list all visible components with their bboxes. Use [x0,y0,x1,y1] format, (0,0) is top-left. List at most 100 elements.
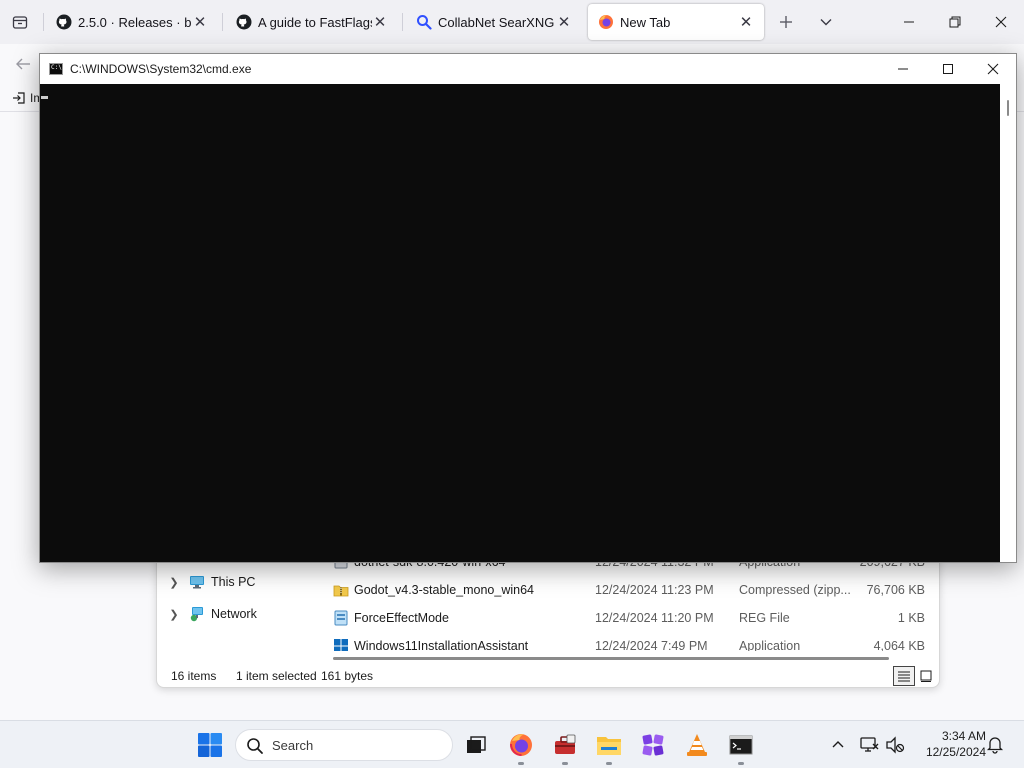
cmd-window-title: C:\WINDOWS\System32\cmd.exe [70,62,252,76]
file-name: Windows11InstallationAssistant [354,639,529,651]
cmd-console-output[interactable] [40,84,1000,562]
cmd-close-button[interactable] [970,54,1016,84]
close-tab-icon[interactable]: ✕ [192,13,208,31]
status-bar: 16 items 1 item selected 161 bytes [157,664,939,687]
tab-fastflags-guide[interactable]: A guide to FastFlags · b ✕ [226,4,398,40]
github-icon [56,14,72,30]
close-window-button[interactable] [978,0,1024,44]
details-view-button[interactable] [893,666,915,686]
firefox-view-icon [12,16,28,29]
close-icon [987,63,999,75]
plus-icon [780,16,792,28]
start-button[interactable] [196,731,224,759]
restore-icon [949,16,961,28]
terminal-icon [729,735,753,755]
file-type: REG File [739,611,790,625]
file-type: Application [739,639,801,651]
notifications-button[interactable] [985,734,1007,756]
minimize-button[interactable] [886,0,932,44]
vlc-icon [687,734,707,756]
taskbar-command-prompt[interactable] [723,729,759,765]
show-hidden-icons-button[interactable] [828,735,848,755]
tab-separator [43,13,44,31]
github-icon [236,14,252,30]
command-prompt-icon: C:\ [49,63,63,75]
cmd-minimize-button[interactable] [880,54,926,84]
back-button[interactable] [14,55,34,75]
maximize-icon [943,64,953,74]
file-explorer-icon [597,737,621,755]
nav-item-this-pc[interactable]: ❯ This PC [167,570,255,594]
cmd-window: C:\ C:\WINDOWS\System32\cmd.exe [39,53,1017,563]
list-all-tabs-button[interactable] [815,10,837,34]
tab-separator [222,13,223,31]
tab-new-tab[interactable]: New Tab ✕ [588,4,764,40]
volume-muted-icon [886,736,905,754]
firefox-view-button[interactable] [6,8,34,36]
close-icon [995,16,1007,28]
file-row[interactable]: ForceEffectMode 12/24/2024 11:20 PM REG … [327,604,927,632]
chevron-right-icon[interactable]: ❯ [167,608,181,621]
taskbar-file-explorer[interactable] [591,729,627,765]
text-cursor [41,96,48,99]
bell-icon [986,737,1004,754]
tab-label: New Tab [620,14,671,30]
network-status-icon [860,737,879,752]
zip-folder-icon [333,585,349,597]
restore-button[interactable] [932,0,978,44]
selection-info: 1 item selected [236,669,317,683]
taskbar: Search 3:34 AM 12/25/2024 [0,720,1024,768]
taskbar-vlc[interactable] [679,729,715,761]
details-view-icon [898,671,910,682]
browser-tab-bar: 2.5.0 · Releases · bloxstr ✕ A guide to … [0,0,1024,44]
command-prompt-icon-text: C:\ [51,64,62,71]
nav-item-label: This PC [211,575,256,589]
cmd-maximize-button[interactable] [925,54,971,84]
large-icons-view-button[interactable] [915,666,937,686]
taskbar-clock[interactable]: 3:34 AM 12/25/2024 [914,728,986,760]
close-tab-icon[interactable]: ✕ [372,13,388,31]
file-date: 12/24/2024 7:49 PM [595,639,708,651]
running-indicator [518,762,524,765]
close-tab-icon[interactable]: ✕ [556,13,572,31]
taskbar-search-box[interactable]: Search [235,729,453,761]
file-row[interactable]: Godot_v4.3-stable_mono_win64 12/24/2024 … [327,576,927,604]
nav-item-network[interactable]: ❯ Network [167,602,257,626]
task-view-icon [467,736,486,753]
file-size: 1 KB [897,611,925,625]
tab-searxng[interactable]: CollabNet SearXNG ✕ [406,4,582,40]
horizontal-scrollbar[interactable] [333,657,889,660]
file-row[interactable]: Windows11InstallationAssistant 12/24/202… [327,632,927,651]
taskbar-purple-app[interactable] [635,729,671,761]
scrollbar-thumb[interactable] [1007,100,1009,116]
firefox-icon [510,734,532,756]
cmd-vertical-scrollbar[interactable] [1000,84,1016,562]
chevron-right-icon[interactable]: ❯ [167,576,181,589]
taskbar-toolbox-app[interactable] [547,729,583,765]
new-tab-button[interactable] [775,10,797,34]
running-indicator [738,762,744,765]
tab-releases[interactable]: 2.5.0 · Releases · bloxstr ✕ [46,4,218,40]
network-icon [190,607,203,622]
tray-network-button[interactable] [858,734,880,756]
toolbox-icon [555,734,576,754]
file-name: ForceEffectMode [354,611,449,625]
close-tab-icon[interactable]: ✕ [738,13,754,31]
selection-size: 161 bytes [321,669,374,683]
large-icons-view-icon [920,670,932,682]
app-icon [642,734,664,756]
tray-volume-button[interactable] [884,734,906,756]
windows-start-icon [198,733,222,757]
chevron-down-icon [820,19,832,26]
cmd-title-bar[interactable]: C:\ C:\WINDOWS\System32\cmd.exe [40,54,1016,84]
computer-icon [190,576,204,589]
tab-separator [402,13,403,31]
import-icon [13,92,25,104]
chevron-up-icon [832,741,844,748]
task-view-button[interactable] [458,729,494,761]
search-icon [247,738,263,754]
taskbar-firefox[interactable] [503,729,539,765]
running-indicator [562,762,568,765]
tab-label: 2.5.0 · Releases · bloxstr [78,14,192,30]
search-icon [417,15,432,30]
